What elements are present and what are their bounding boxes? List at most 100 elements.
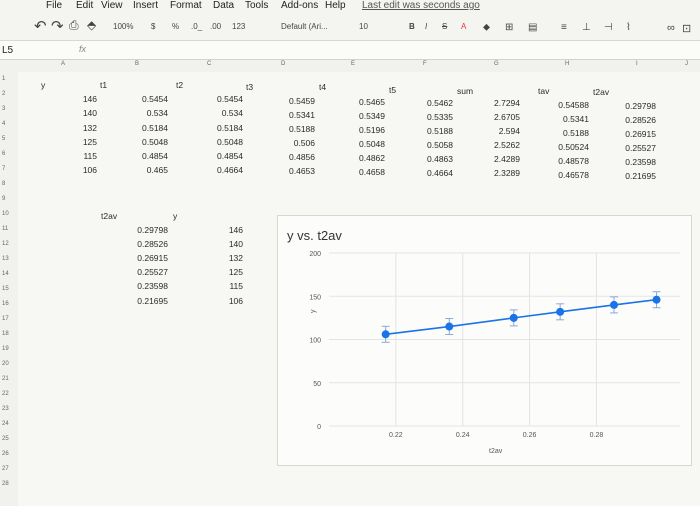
print-icon[interactable]: ⎙ xyxy=(69,18,79,33)
row-26[interactable]: 26 xyxy=(2,451,9,457)
row-20[interactable]: 20 xyxy=(2,361,9,367)
fill-color-icon[interactable]: ⬥ xyxy=(483,22,490,33)
header-t1[interactable]: t1 xyxy=(100,80,107,90)
row-2[interactable]: 2 xyxy=(2,91,5,97)
cell-t2av-2[interactable]: 0.28526 xyxy=(608,115,656,125)
column-h[interactable]: H xyxy=(565,61,569,67)
row-27[interactable]: 27 xyxy=(2,466,9,472)
valign-icon[interactable]: ⊥ xyxy=(582,22,591,33)
cell-t5-3[interactable]: 0.5188 xyxy=(411,126,453,136)
header-t2[interactable]: t2 xyxy=(176,80,183,90)
row-15[interactable]: 15 xyxy=(2,286,9,292)
cell-tav-2[interactable]: 0.5341 xyxy=(541,114,589,124)
cell-t2-5[interactable]: 0.4854 xyxy=(201,151,243,161)
small-y-1[interactable]: 146 xyxy=(201,225,243,235)
row-6[interactable]: 6 xyxy=(2,151,5,157)
insert-comment-icon[interactable]: ⊡ xyxy=(682,22,691,35)
row-5[interactable]: 5 xyxy=(2,136,5,142)
row-17[interactable]: 17 xyxy=(2,316,9,322)
cell-sum-6[interactable]: 2.3289 xyxy=(478,168,520,178)
cell-t5-2[interactable]: 0.5335 xyxy=(411,112,453,122)
column-f[interactable]: F xyxy=(423,61,427,67)
small-t2av-5[interactable]: 0.23598 xyxy=(126,281,168,291)
paint-format-icon[interactable]: ⬘ xyxy=(87,18,96,32)
header-t2av[interactable]: t2av xyxy=(593,87,609,97)
column-b[interactable]: B xyxy=(135,61,139,67)
small-t2av-4[interactable]: 0.25527 xyxy=(126,267,168,277)
last-edit-link[interactable]: Last edit was seconds ago xyxy=(362,0,480,11)
row-8[interactable]: 8 xyxy=(2,181,5,187)
cell-t2-4[interactable]: 0.5048 xyxy=(201,137,243,147)
borders-icon[interactable]: ⊞ xyxy=(505,22,513,33)
row-16[interactable]: 16 xyxy=(2,301,9,307)
header-sum[interactable]: sum xyxy=(457,86,473,96)
cell-t1-1[interactable]: 0.5454 xyxy=(126,94,168,104)
cell-y-2[interactable]: 140 xyxy=(55,108,97,118)
menu-help[interactable]: Help xyxy=(325,0,346,11)
cell-t4-1[interactable]: 0.5465 xyxy=(343,97,385,107)
cell-t3-1[interactable]: 0.5459 xyxy=(273,96,315,106)
row-14[interactable]: 14 xyxy=(2,271,9,277)
cell-sum-4[interactable]: 2.5262 xyxy=(478,140,520,150)
row-3[interactable]: 3 xyxy=(2,106,5,112)
cell-t3-2[interactable]: 0.5341 xyxy=(273,110,315,120)
cell-t4-2[interactable]: 0.5349 xyxy=(343,111,385,121)
menu-data[interactable]: Data xyxy=(213,0,234,11)
header-t3[interactable]: t3 xyxy=(246,82,253,92)
name-box[interactable]: L5 xyxy=(2,45,13,56)
cell-y-1[interactable]: 146 xyxy=(55,94,97,104)
cell-t2av-3[interactable]: 0.26915 xyxy=(608,129,656,139)
rotate-icon[interactable]: ⌇ xyxy=(626,22,631,33)
cell-t2-2[interactable]: 0.534 xyxy=(201,108,243,118)
insert-link-icon[interactable]: ∞ xyxy=(667,22,675,34)
column-g[interactable]: G xyxy=(494,61,499,67)
cell-t4-5[interactable]: 0.4862 xyxy=(343,153,385,163)
header-y[interactable]: y xyxy=(41,80,45,90)
cell-t2av-4[interactable]: 0.25527 xyxy=(608,143,656,153)
cell-tav-6[interactable]: 0.46578 xyxy=(541,170,589,180)
small-t2av-1[interactable]: 0.29798 xyxy=(126,225,168,235)
align-icon[interactable]: ≡ xyxy=(561,22,567,33)
cell-t4-4[interactable]: 0.5048 xyxy=(343,139,385,149)
row-9[interactable]: 9 xyxy=(2,196,5,202)
small-y-2[interactable]: 140 xyxy=(201,239,243,249)
menu-view[interactable]: View xyxy=(101,0,123,11)
header-t5[interactable]: t5 xyxy=(389,85,396,95)
column-j[interactable]: J xyxy=(685,61,688,67)
row-23[interactable]: 23 xyxy=(2,406,9,412)
cell-sum-2[interactable]: 2.6705 xyxy=(478,112,520,122)
italic-button[interactable]: I xyxy=(425,22,427,31)
cell-t3-5[interactable]: 0.4856 xyxy=(273,152,315,162)
column-c[interactable]: C xyxy=(207,61,211,67)
increase-decimal-button[interactable]: .00 xyxy=(210,22,221,31)
cell-tav-4[interactable]: 0.50524 xyxy=(541,142,589,152)
menu-insert[interactable]: Insert xyxy=(133,0,158,11)
cell-sum-3[interactable]: 2.594 xyxy=(478,126,520,136)
small-table-header-y[interactable]: y xyxy=(173,211,177,221)
cell-tav-1[interactable]: 0.54588 xyxy=(541,100,589,110)
column-d[interactable]: D xyxy=(281,61,285,67)
cell-t5-6[interactable]: 0.4664 xyxy=(411,168,453,178)
row-28[interactable]: 28 xyxy=(2,481,9,487)
small-t2av-6[interactable]: 0.21695 xyxy=(126,296,168,306)
percent-button[interactable]: % xyxy=(172,22,179,31)
cell-t3-3[interactable]: 0.5188 xyxy=(273,124,315,134)
cell-t2av-5[interactable]: 0.23598 xyxy=(608,157,656,167)
cell-t4-3[interactable]: 0.5196 xyxy=(343,125,385,135)
cell-t1-6[interactable]: 0.465 xyxy=(126,165,168,175)
cell-sum-1[interactable]: 2.7294 xyxy=(478,98,520,108)
row-7[interactable]: 7 xyxy=(2,166,5,172)
small-t2av-2[interactable]: 0.28526 xyxy=(126,239,168,249)
row-13[interactable]: 13 xyxy=(2,256,9,262)
row-24[interactable]: 24 xyxy=(2,421,9,427)
menu-addons[interactable]: Add-ons xyxy=(281,0,318,11)
cell-y-6[interactable]: 106 xyxy=(55,165,97,175)
cell-t2av-6[interactable]: 0.21695 xyxy=(608,171,656,181)
font-select[interactable]: Default (Ari... xyxy=(281,22,328,31)
text-color-button[interactable]: A xyxy=(461,22,466,31)
strikethrough-button[interactable]: S xyxy=(442,22,447,31)
row-18[interactable]: 18 xyxy=(2,331,9,337)
small-y-6[interactable]: 106 xyxy=(201,296,243,306)
row-11[interactable]: 11 xyxy=(2,226,8,232)
undo-icon[interactable]: ↶ xyxy=(34,17,47,35)
